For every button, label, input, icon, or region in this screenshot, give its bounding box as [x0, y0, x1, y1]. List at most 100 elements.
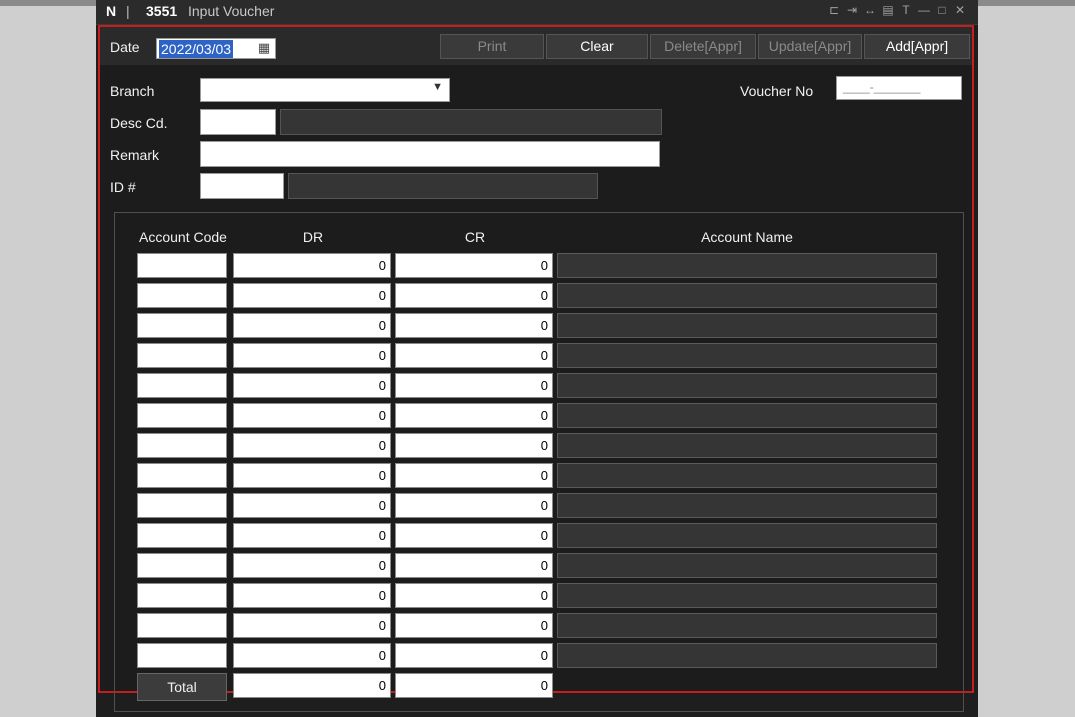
dr-input[interactable]: 0	[233, 253, 391, 278]
account-name-field	[557, 523, 937, 548]
branch-label: Branch	[110, 83, 155, 99]
voucher-frame: Date 2022/03/03 ▦ Print Clear Delete[App…	[98, 25, 974, 712]
voucher-grid: Account Code DR CR Account Name 00000000…	[114, 212, 964, 712]
dr-input[interactable]: 0	[233, 283, 391, 308]
cr-input[interactable]: 0	[395, 373, 553, 398]
account-name-field	[557, 343, 937, 368]
dr-input[interactable]: 0	[233, 523, 391, 548]
cr-input[interactable]: 0	[395, 553, 553, 578]
account-name-field	[557, 553, 937, 578]
cr-input[interactable]: 0	[395, 283, 553, 308]
cr-input[interactable]: 0	[395, 523, 553, 548]
desc-name-field	[280, 109, 662, 135]
header-account-code: Account Code	[139, 229, 227, 245]
voucher-window: N | 3551 Input Voucher ⊏ ⇥ ↔ ▤ T — □ ✕ D…	[96, 0, 978, 717]
total-cr-field: 0	[395, 673, 553, 698]
cr-input[interactable]: 0	[395, 613, 553, 638]
cr-input[interactable]: 0	[395, 313, 553, 338]
dr-input[interactable]: 0	[233, 493, 391, 518]
header-cr: CR	[464, 229, 486, 245]
id-input[interactable]	[200, 173, 284, 199]
desc-label: Desc Cd.	[110, 115, 168, 131]
cr-input[interactable]: 0	[395, 403, 553, 428]
account-code-input[interactable]	[137, 463, 227, 488]
id-name-field	[288, 173, 598, 199]
copy-icon[interactable]: ▤	[882, 3, 894, 17]
account-code-input[interactable]	[137, 253, 227, 278]
id-label: ID #	[110, 179, 136, 195]
account-code-input[interactable]	[137, 343, 227, 368]
total-dr-field: 0	[233, 673, 391, 698]
cr-input[interactable]: 0	[395, 343, 553, 368]
account-code-input[interactable]	[137, 283, 227, 308]
calendar-icon[interactable]: ▦	[257, 41, 271, 55]
pin-icon[interactable]: ⊏	[828, 3, 840, 17]
dr-input[interactable]: 0	[233, 433, 391, 458]
screen-code: 3551	[146, 3, 178, 19]
account-code-input[interactable]	[137, 313, 227, 338]
cr-input[interactable]: 0	[395, 463, 553, 488]
account-code-input[interactable]	[137, 403, 227, 428]
maximize-icon[interactable]: □	[936, 3, 948, 17]
dr-input[interactable]: 0	[233, 583, 391, 608]
link-icon[interactable]: ↔	[864, 3, 876, 17]
update-button[interactable]: Update[Appr]	[758, 34, 862, 59]
title-separator: |	[126, 3, 130, 19]
account-name-field	[557, 253, 937, 278]
clear-button[interactable]: Clear	[546, 34, 648, 59]
dr-input[interactable]: 0	[233, 643, 391, 668]
total-button[interactable]: Total	[137, 673, 227, 701]
account-code-input[interactable]	[137, 523, 227, 548]
date-field[interactable]: 2022/03/03 ▦	[156, 38, 276, 59]
account-code-input[interactable]	[137, 583, 227, 608]
header-dr: DR	[302, 229, 324, 245]
desc-code-input[interactable]	[200, 109, 276, 135]
chevron-down-icon[interactable]: ▼	[432, 81, 443, 93]
dr-input[interactable]: 0	[233, 373, 391, 398]
dr-input[interactable]: 0	[233, 313, 391, 338]
cr-input[interactable]: 0	[395, 583, 553, 608]
dr-input[interactable]: 0	[233, 553, 391, 578]
cr-input[interactable]: 0	[395, 253, 553, 278]
branch-select[interactable]: ▼	[200, 78, 450, 102]
delete-button[interactable]: Delete[Appr]	[650, 34, 756, 59]
account-name-field	[557, 313, 937, 338]
account-code-input[interactable]	[137, 613, 227, 638]
account-name-field	[557, 493, 937, 518]
dr-input[interactable]: 0	[233, 613, 391, 638]
account-name-field	[557, 283, 937, 308]
dr-input[interactable]: 0	[233, 343, 391, 368]
print-button[interactable]: Print	[440, 34, 544, 59]
screen-name: Input Voucher	[188, 3, 275, 19]
title-bar: N | 3551 Input Voucher ⊏ ⇥ ↔ ▤ T — □ ✕	[96, 0, 978, 25]
account-code-input[interactable]	[137, 373, 227, 398]
dr-input[interactable]: 0	[233, 463, 391, 488]
remark-input[interactable]	[200, 141, 660, 167]
dr-input[interactable]: 0	[233, 403, 391, 428]
close-icon[interactable]: ✕	[954, 3, 966, 17]
account-code-input[interactable]	[137, 433, 227, 458]
remark-label: Remark	[110, 147, 160, 163]
text-icon[interactable]: T	[900, 3, 912, 17]
account-name-field	[557, 583, 937, 608]
title-icons: ⊏ ⇥ ↔ ▤ T — □ ✕	[828, 3, 966, 17]
minimize-icon[interactable]: —	[918, 3, 930, 17]
export-icon[interactable]: ⇥	[846, 3, 858, 17]
date-label: Date	[110, 39, 140, 55]
toolbar: Date 2022/03/03 ▦ Print Clear Delete[App…	[100, 27, 972, 65]
date-value: 2022/03/03	[159, 40, 234, 58]
account-name-field	[557, 643, 937, 668]
cr-input[interactable]: 0	[395, 433, 553, 458]
header-account-name: Account Name	[701, 229, 793, 245]
voucher-no-field[interactable]: ____-_______	[836, 76, 962, 100]
cr-input[interactable]: 0	[395, 493, 553, 518]
account-name-field	[557, 403, 937, 428]
account-name-field	[557, 463, 937, 488]
add-button[interactable]: Add[Appr]	[864, 34, 970, 59]
account-code-input[interactable]	[137, 553, 227, 578]
cr-input[interactable]: 0	[395, 643, 553, 668]
voucher-no-label: Voucher No	[740, 83, 814, 99]
account-code-input[interactable]	[137, 643, 227, 668]
account-name-field	[557, 433, 937, 458]
account-code-input[interactable]	[137, 493, 227, 518]
